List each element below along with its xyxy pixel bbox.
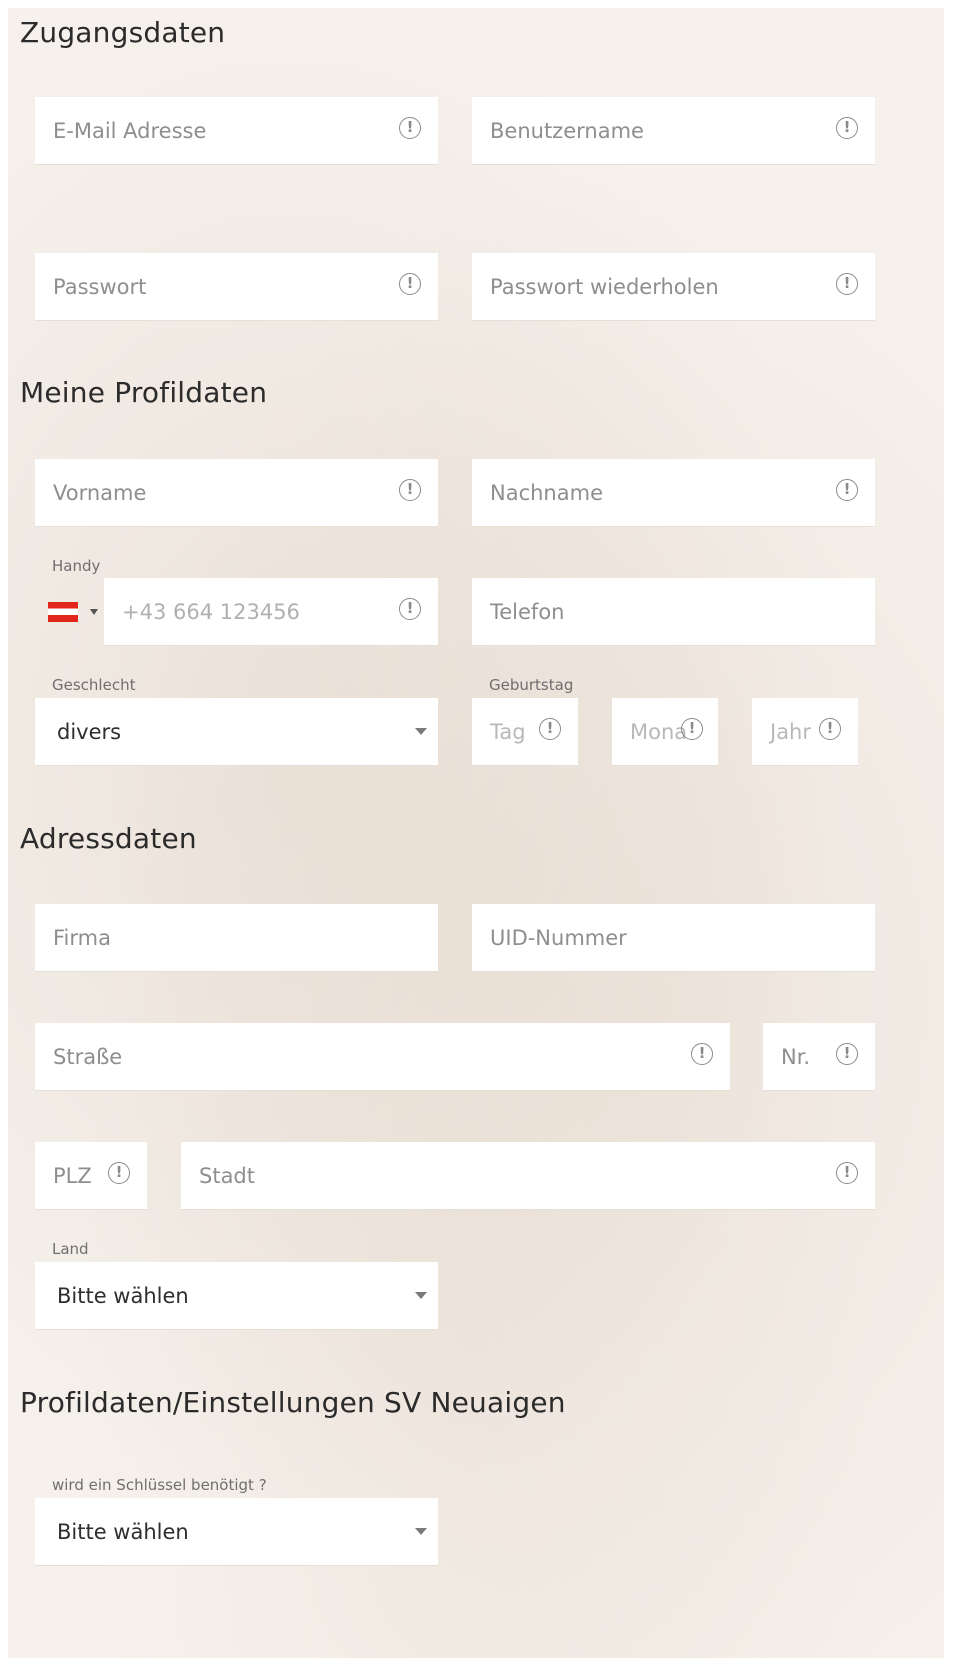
month-placeholder: Mona bbox=[630, 720, 688, 744]
section-title-settings: Profildaten/Einstellungen SV Neuaigen bbox=[20, 1386, 566, 1419]
lastname-field[interactable]: Nachname ! bbox=[472, 459, 875, 527]
alert-icon: ! bbox=[681, 718, 703, 740]
country-code-caret-icon[interactable] bbox=[90, 609, 98, 615]
gender-value: divers bbox=[57, 720, 122, 744]
mobile-field[interactable]: +43 664 123456 ! bbox=[104, 578, 438, 646]
mobile-label: Handy bbox=[52, 557, 101, 575]
firstname-field[interactable]: Vorname ! bbox=[35, 459, 438, 527]
password-repeat-field[interactable]: Passwort wiederholen ! bbox=[472, 253, 875, 321]
city-field[interactable]: Stadt ! bbox=[181, 1142, 875, 1210]
gender-select[interactable]: divers bbox=[35, 698, 438, 766]
alert-icon: ! bbox=[691, 1043, 713, 1065]
email-field[interactable]: E-Mail Adresse ! bbox=[35, 97, 438, 165]
alert-icon: ! bbox=[399, 273, 421, 295]
street-field[interactable]: Straße ! bbox=[35, 1023, 730, 1091]
day-placeholder: Tag bbox=[490, 720, 526, 744]
key-select[interactable]: Bitte wählen bbox=[35, 1498, 438, 1566]
birthday-label: Geburtstag bbox=[489, 676, 574, 694]
birthday-month-field[interactable]: Mona ! bbox=[612, 698, 718, 766]
email-placeholder: E-Mail Adresse bbox=[53, 119, 207, 143]
vat-placeholder: UID-Nummer bbox=[490, 926, 627, 950]
zip-placeholder: PLZ bbox=[53, 1164, 92, 1188]
section-title-address: Adressdaten bbox=[20, 822, 197, 855]
firstname-placeholder: Vorname bbox=[53, 481, 147, 505]
gender-label: Geschlecht bbox=[52, 676, 136, 694]
phone-field[interactable]: Telefon bbox=[472, 578, 875, 646]
birthday-year-field[interactable]: Jahr ! bbox=[752, 698, 858, 766]
zip-field[interactable]: PLZ ! bbox=[35, 1142, 147, 1210]
caret-down-icon bbox=[415, 1528, 427, 1535]
house-number-field[interactable]: Nr. ! bbox=[763, 1023, 875, 1091]
alert-icon: ! bbox=[399, 598, 421, 620]
alert-icon: ! bbox=[399, 479, 421, 501]
alert-icon: ! bbox=[836, 273, 858, 295]
password-placeholder: Passwort bbox=[53, 275, 147, 299]
alert-icon: ! bbox=[836, 479, 858, 501]
year-placeholder: Jahr bbox=[770, 720, 812, 744]
alert-icon: ! bbox=[836, 117, 858, 139]
country-select[interactable]: Bitte wählen bbox=[35, 1262, 438, 1330]
alert-icon: ! bbox=[108, 1162, 130, 1184]
company-placeholder: Firma bbox=[53, 926, 111, 950]
vat-field[interactable]: UID-Nummer bbox=[472, 904, 875, 972]
lastname-placeholder: Nachname bbox=[490, 481, 603, 505]
key-value: Bitte wählen bbox=[57, 1520, 189, 1544]
alert-icon: ! bbox=[836, 1162, 858, 1184]
austria-flag-icon[interactable] bbox=[48, 602, 78, 622]
username-placeholder: Benutzername bbox=[490, 119, 644, 143]
number-placeholder: Nr. bbox=[781, 1045, 811, 1069]
username-field[interactable]: Benutzername ! bbox=[472, 97, 875, 165]
phone-placeholder: Telefon bbox=[490, 600, 565, 624]
alert-icon: ! bbox=[836, 1043, 858, 1065]
caret-down-icon bbox=[415, 728, 427, 735]
alert-icon: ! bbox=[819, 718, 841, 740]
password-field[interactable]: Passwort ! bbox=[35, 253, 438, 321]
section-title-access: Zugangsdaten bbox=[20, 16, 226, 49]
alert-icon: ! bbox=[399, 117, 421, 139]
city-placeholder: Stadt bbox=[199, 1164, 255, 1188]
alert-icon: ! bbox=[539, 718, 561, 740]
section-title-profile: Meine Profildaten bbox=[20, 376, 268, 409]
street-placeholder: Straße bbox=[53, 1045, 123, 1069]
company-field[interactable]: Firma bbox=[35, 904, 438, 972]
birthday-day-field[interactable]: Tag ! bbox=[472, 698, 578, 766]
key-label: wird ein Schlüssel benötigt ? bbox=[52, 1476, 267, 1494]
password-repeat-placeholder: Passwort wiederholen bbox=[490, 275, 719, 299]
country-value: Bitte wählen bbox=[57, 1284, 189, 1308]
mobile-placeholder: +43 664 123456 bbox=[122, 600, 300, 624]
caret-down-icon bbox=[415, 1292, 427, 1299]
country-label: Land bbox=[52, 1240, 89, 1258]
